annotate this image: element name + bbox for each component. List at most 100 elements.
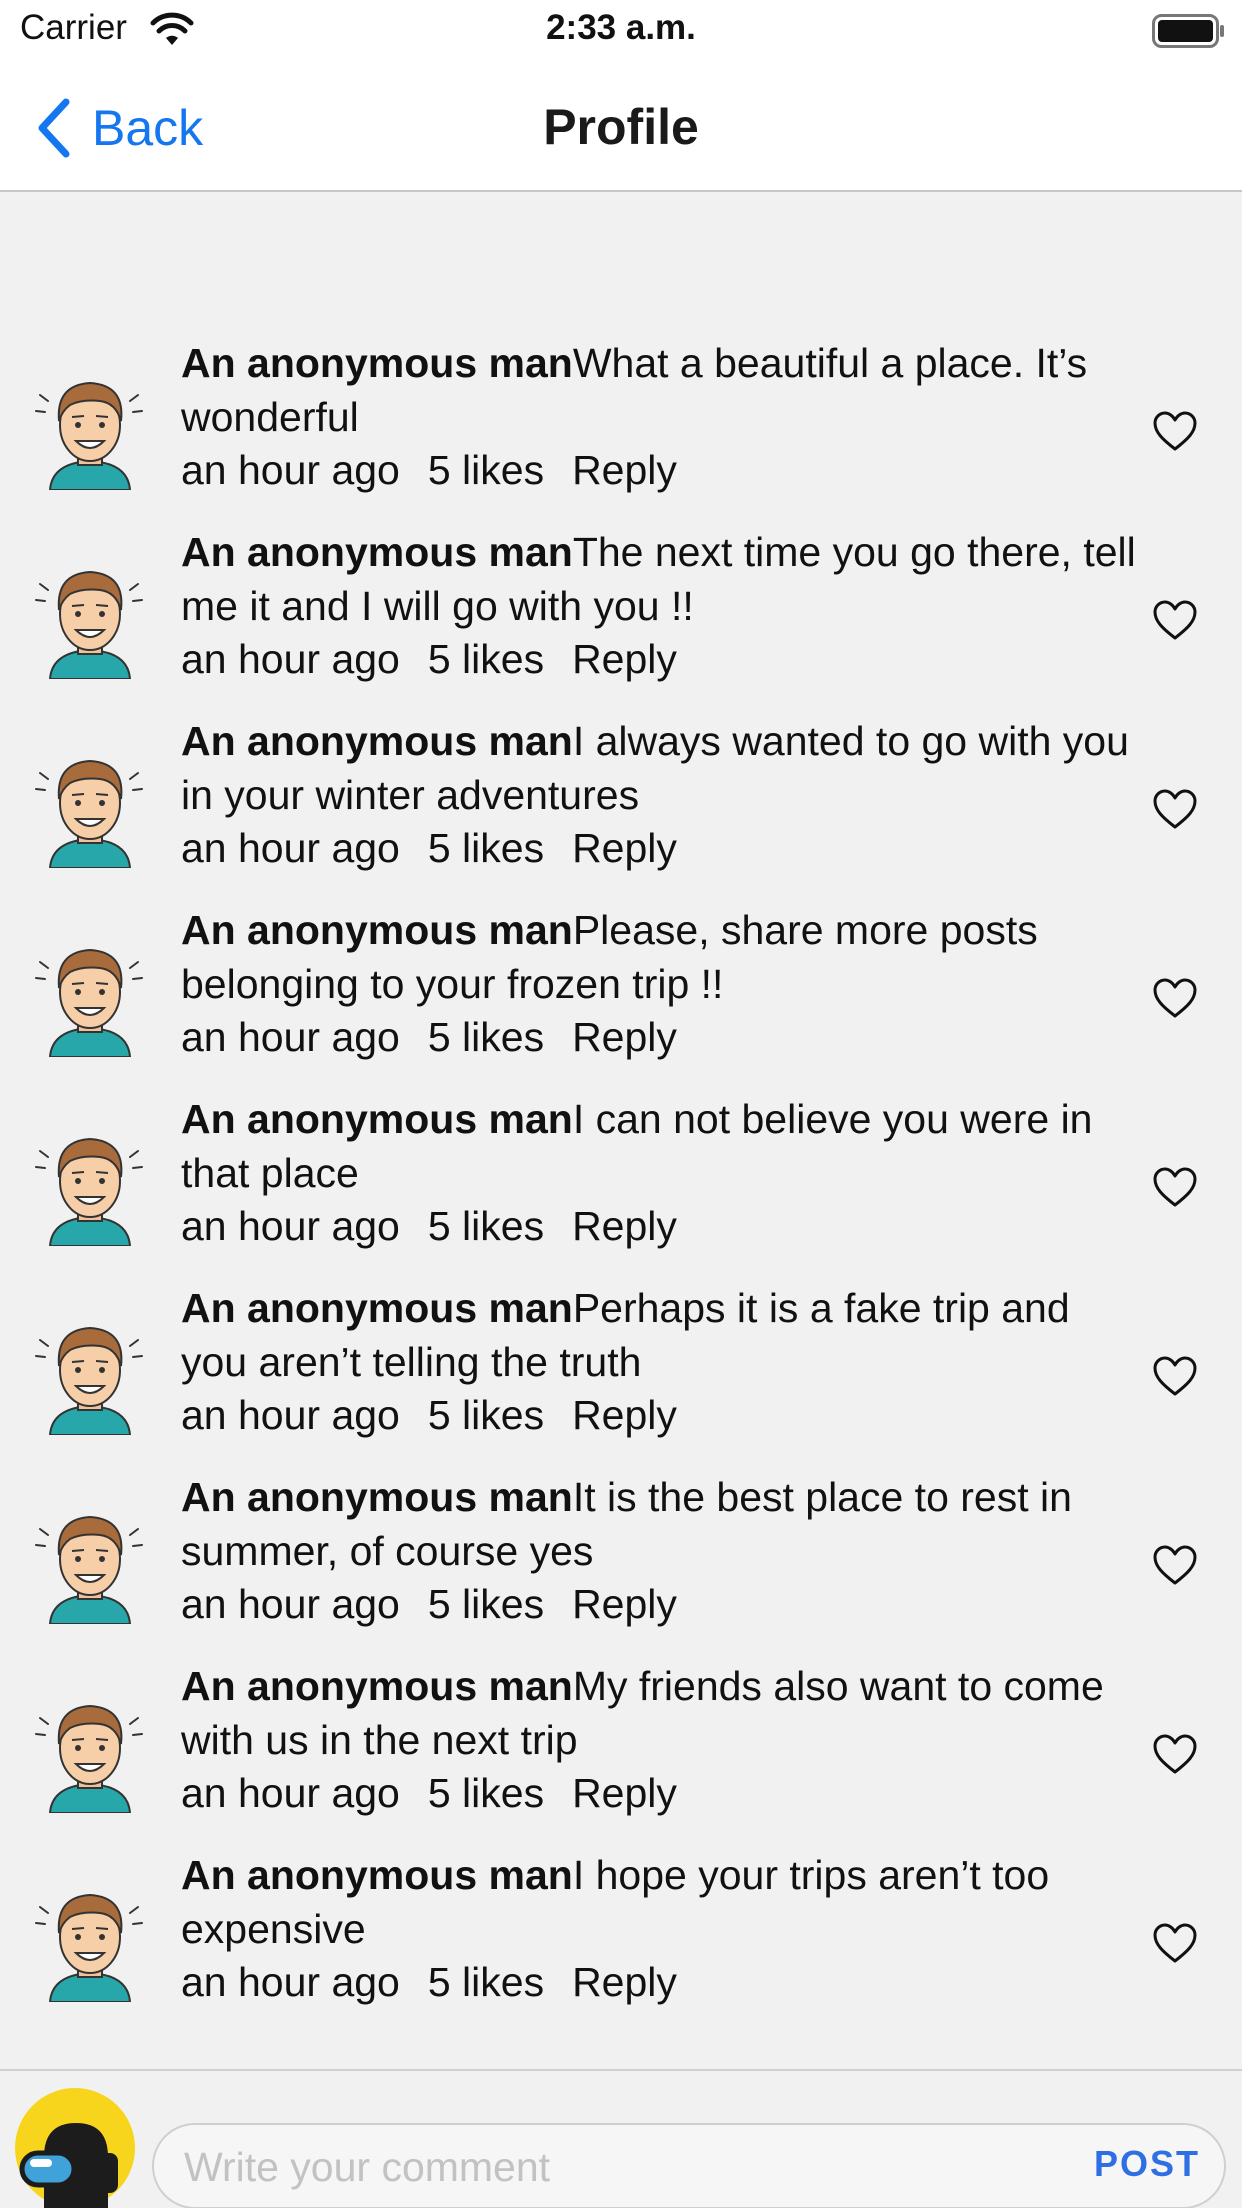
heart-outline-icon[interactable] xyxy=(1152,1355,1198,1397)
comment-list: An anonymous manWhat a beautiful a place… xyxy=(0,330,1242,2031)
man-avatar-icon xyxy=(35,948,143,1057)
comment-time: an hour ago xyxy=(181,1770,400,1816)
comment-author[interactable]: An anonymous man xyxy=(181,1096,573,1142)
heart-outline-icon[interactable] xyxy=(1152,788,1198,830)
comment-item: An anonymous manIt is the best place to … xyxy=(0,1464,1242,1653)
comment-composer: POST xyxy=(0,2069,1242,2208)
comment-text: An anonymous manPerhaps it is a fake tri… xyxy=(181,1281,1141,1389)
comment-text: An anonymous manWhat a beautiful a place… xyxy=(181,336,1141,444)
comment-item: An anonymous manI hope your trips aren’t… xyxy=(0,1842,1242,2031)
comment-body: An anonymous manI hope your trips aren’t… xyxy=(181,1848,1141,2008)
comment-likes[interactable]: 5 likes xyxy=(428,636,544,682)
comment-text: An anonymous manI hope your trips aren’t… xyxy=(181,1848,1141,1956)
heart-outline-icon[interactable] xyxy=(1152,410,1198,452)
comment-body: An anonymous manMy friends also want to … xyxy=(181,1659,1141,1819)
comment-author[interactable]: An anonymous man xyxy=(181,907,573,953)
comment-item: An anonymous manPerhaps it is a fake tri… xyxy=(0,1275,1242,1464)
comment-likes[interactable]: 5 likes xyxy=(428,1959,544,2005)
comment-meta: an hour ago 5 likes Reply xyxy=(181,1578,1141,1630)
comment-item: An anonymous manPlease, share more posts… xyxy=(0,897,1242,1086)
comment-body: An anonymous manPerhaps it is a fake tri… xyxy=(181,1281,1141,1441)
reply-button[interactable]: Reply xyxy=(572,1203,677,1249)
heart-outline-icon[interactable] xyxy=(1152,599,1198,641)
comment-body: An anonymous manI can not believe you we… xyxy=(181,1092,1141,1252)
comment-input-container: POST xyxy=(152,2123,1226,2208)
man-avatar-icon xyxy=(35,570,143,679)
man-avatar-icon xyxy=(35,1326,143,1435)
man-avatar-icon xyxy=(35,1515,143,1624)
man-avatar-icon xyxy=(35,381,143,490)
comment-time: an hour ago xyxy=(181,1014,400,1060)
comment-meta: an hour ago 5 likes Reply xyxy=(181,1011,1141,1063)
comment-time: an hour ago xyxy=(181,1581,400,1627)
comment-time: an hour ago xyxy=(181,1959,400,2005)
comment-author[interactable]: An anonymous man xyxy=(181,718,573,764)
comment-meta: an hour ago 5 likes Reply xyxy=(181,1389,1141,1441)
comment-likes[interactable]: 5 likes xyxy=(428,1014,544,1060)
reply-button[interactable]: Reply xyxy=(572,636,677,682)
comment-item: An anonymous manI always wanted to go wi… xyxy=(0,708,1242,897)
comment-author[interactable]: An anonymous man xyxy=(181,1474,573,1520)
comment-body: An anonymous manIt is the best place to … xyxy=(181,1470,1141,1630)
comment-author[interactable]: An anonymous man xyxy=(181,1663,573,1709)
comment-time: an hour ago xyxy=(181,447,400,493)
reply-button[interactable]: Reply xyxy=(572,1392,677,1438)
comment-likes[interactable]: 5 likes xyxy=(428,447,544,493)
comment-likes[interactable]: 5 likes xyxy=(428,1770,544,1816)
comment-body: An anonymous manWhat a beautiful a place… xyxy=(181,336,1141,496)
comment-input[interactable] xyxy=(184,2139,1064,2195)
reply-button[interactable]: Reply xyxy=(572,1959,677,2005)
comment-meta: an hour ago 5 likes Reply xyxy=(181,1200,1141,1252)
status-bar: Carrier 2:33 a.m. xyxy=(0,0,1242,64)
man-avatar-icon xyxy=(35,759,143,868)
comment-text: An anonymous manIt is the best place to … xyxy=(181,1470,1141,1578)
heart-outline-icon[interactable] xyxy=(1152,1733,1198,1775)
reply-button[interactable]: Reply xyxy=(572,447,677,493)
comment-meta: an hour ago 5 likes Reply xyxy=(181,822,1141,874)
comment-meta: an hour ago 5 likes Reply xyxy=(181,633,1141,685)
comment-likes[interactable]: 5 likes xyxy=(428,1581,544,1627)
comment-body: An anonymous manI always wanted to go wi… xyxy=(181,714,1141,874)
reply-button[interactable]: Reply xyxy=(572,1014,677,1060)
post-button[interactable]: POST xyxy=(1094,2143,1200,2185)
comment-author[interactable]: An anonymous man xyxy=(181,529,573,575)
comment-text: An anonymous manMy friends also want to … xyxy=(181,1659,1141,1767)
heart-outline-icon[interactable] xyxy=(1152,1166,1198,1208)
comment-body: An anonymous manPlease, share more posts… xyxy=(181,903,1141,1063)
comment-likes[interactable]: 5 likes xyxy=(428,825,544,871)
comment-author[interactable]: An anonymous man xyxy=(181,340,573,386)
reply-button[interactable]: Reply xyxy=(572,1581,677,1627)
reply-button[interactable]: Reply xyxy=(572,1770,677,1816)
comment-author[interactable]: An anonymous man xyxy=(181,1285,573,1331)
reply-button[interactable]: Reply xyxy=(572,825,677,871)
page-title: Profile xyxy=(543,99,699,155)
comment-text: An anonymous manI can not believe you we… xyxy=(181,1092,1141,1200)
comment-item: An anonymous manThe next time you go the… xyxy=(0,519,1242,708)
comment-text: An anonymous manThe next time you go the… xyxy=(181,525,1141,633)
heart-outline-icon[interactable] xyxy=(1152,1922,1198,1964)
battery-icon xyxy=(1152,14,1224,48)
comment-body: An anonymous manThe next time you go the… xyxy=(181,525,1141,685)
comment-meta: an hour ago 5 likes Reply xyxy=(181,444,1141,496)
comment-time: an hour ago xyxy=(181,636,400,682)
comment-time: an hour ago xyxy=(181,1392,400,1438)
status-time: 2:33 a.m. xyxy=(546,8,696,47)
comment-item: An anonymous manI can not believe you we… xyxy=(0,1086,1242,1275)
comment-item: An anonymous manWhat a beautiful a place… xyxy=(0,330,1242,519)
heart-outline-icon[interactable] xyxy=(1152,1544,1198,1586)
comment-text: An anonymous manPlease, share more posts… xyxy=(181,903,1141,1011)
comment-author[interactable]: An anonymous man xyxy=(181,1852,573,1898)
man-avatar-icon xyxy=(35,1137,143,1246)
comment-time: an hour ago xyxy=(181,1203,400,1249)
heart-outline-icon[interactable] xyxy=(1152,977,1198,1019)
comment-meta: an hour ago 5 likes Reply xyxy=(181,1956,1141,2008)
navigation-bar: Back Profile xyxy=(0,64,1242,192)
comment-meta: an hour ago 5 likes Reply xyxy=(181,1767,1141,1819)
comment-likes[interactable]: 5 likes xyxy=(428,1392,544,1438)
comment-likes[interactable]: 5 likes xyxy=(428,1203,544,1249)
crewmate-avatar-icon[interactable] xyxy=(14,2087,136,2208)
comment-text: An anonymous manI always wanted to go wi… xyxy=(181,714,1141,822)
man-avatar-icon xyxy=(35,1704,143,1813)
comment-item: An anonymous manMy friends also want to … xyxy=(0,1653,1242,1842)
man-avatar-icon xyxy=(35,1893,143,2002)
